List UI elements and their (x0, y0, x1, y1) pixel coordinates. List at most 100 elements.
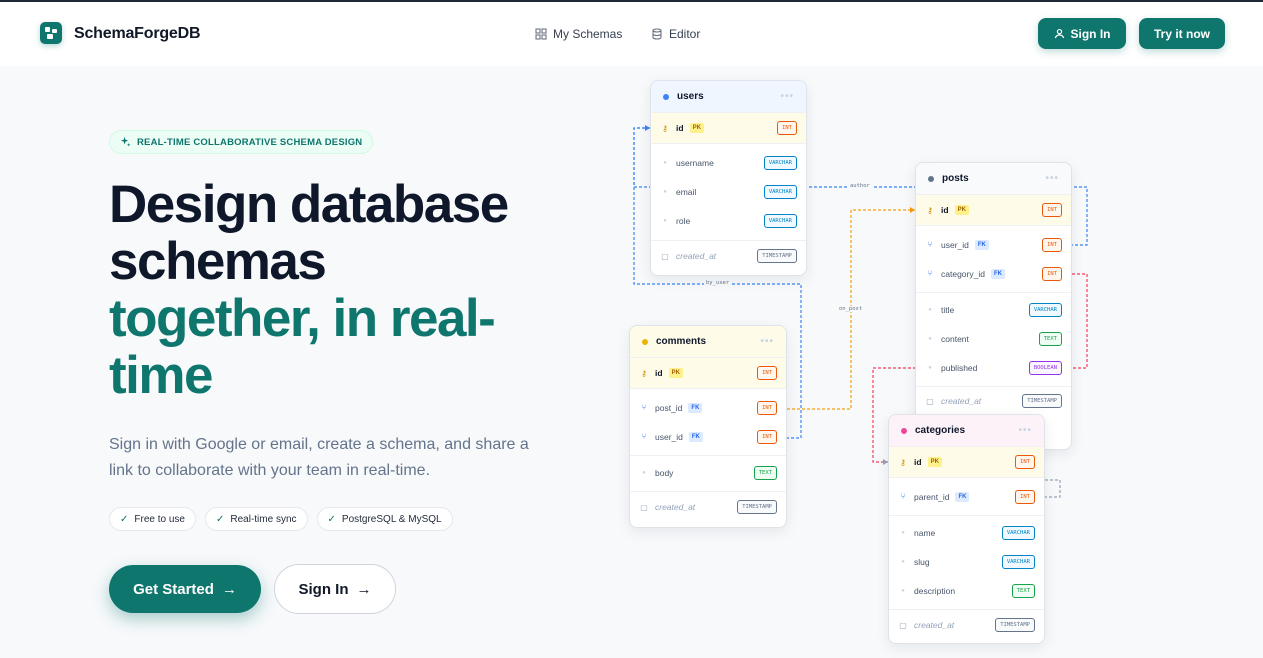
column-name: created_at (676, 251, 717, 261)
more-icon[interactable]: ••• (780, 91, 794, 102)
table-name: users (677, 91, 704, 102)
relation-label-author: author (848, 183, 872, 189)
column-row[interactable]: ⑂ category_id FK INT (916, 259, 1071, 288)
column-name: body (655, 467, 674, 478)
bullet-icon: ● (663, 217, 667, 224)
fk-link-icon: ⑂ (900, 492, 906, 501)
table-header[interactable]: comments ••• (630, 326, 786, 358)
column-row[interactable]: ● role VARCHAR (651, 206, 806, 235)
column-row[interactable]: ⚷ id PK INT (916, 195, 1071, 225)
rel-line-parent (1045, 479, 1061, 498)
column-name: category_id (941, 268, 985, 279)
fk-link-icon: ⑂ (641, 403, 647, 412)
fk-tag: FK (990, 268, 1005, 279)
relation-label-on-post: on_post (837, 306, 865, 312)
column-row[interactable]: ⚷ id PK INT (889, 447, 1044, 477)
column-row[interactable]: ⚷ id PK INT (630, 358, 786, 388)
divider (889, 515, 1044, 516)
column-row[interactable]: ● description TEXT (889, 576, 1044, 605)
column-type: INT (757, 429, 777, 444)
column-name: content (941, 333, 969, 344)
fk-link-icon: ⑂ (927, 269, 933, 278)
column-type: VARCHAR (763, 155, 797, 170)
more-icon[interactable]: ••• (1045, 173, 1059, 184)
table-header[interactable]: users ••• (651, 81, 806, 113)
pk-tag: PK (689, 123, 704, 133)
key-icon: ⚷ (900, 457, 906, 467)
table-color-dot (663, 93, 669, 100)
column-row[interactable]: ● published BOOLEAN (916, 353, 1071, 382)
column-type: INT (757, 366, 777, 380)
divider (889, 477, 1044, 478)
calendar-icon: ▢ (926, 396, 934, 406)
key-icon: ⚷ (641, 368, 647, 378)
column-row[interactable]: ● email VARCHAR (651, 177, 806, 206)
column-name: published (941, 362, 978, 373)
bullet-icon: ● (901, 558, 905, 565)
column-name: name (914, 527, 936, 538)
table-color-dot (642, 338, 648, 345)
table-header[interactable]: posts ••• (916, 163, 1071, 195)
divider (651, 143, 806, 144)
table-categories[interactable]: categories ••• ⚷ id PK INT ⑂ parent_id F… (888, 414, 1045, 644)
column-row[interactable]: ⚷ id PK INT (651, 113, 806, 143)
column-row[interactable]: ⑂ user_id FK INT (630, 422, 786, 451)
bullet-icon: ● (928, 364, 932, 371)
column-type: VARCHAR (763, 184, 797, 199)
column-name: post_id (655, 402, 683, 413)
column-name: role (676, 215, 691, 226)
column-row[interactable]: ▢ created_at TIMESTAMP (651, 241, 806, 271)
column-type: INT (1042, 203, 1062, 217)
column-type: VARCHAR (1028, 302, 1062, 317)
column-row[interactable]: ● slug VARCHAR (889, 547, 1044, 576)
column-name: email (676, 186, 697, 197)
column-row[interactable]: ⑂ user_id FK INT (916, 230, 1071, 259)
column-name: user_id (941, 239, 969, 250)
column-row[interactable]: ⑂ parent_id FK INT (889, 482, 1044, 511)
column-type: VARCHAR (1001, 525, 1035, 540)
more-icon[interactable]: ••• (1018, 425, 1032, 436)
column-type: INT (1015, 489, 1035, 504)
column-row[interactable]: ● body TEXT (630, 458, 786, 487)
column-name: created_at (655, 502, 696, 512)
pk-tag: PK (954, 205, 969, 215)
table-name: categories (915, 425, 966, 436)
column-name: username (676, 157, 714, 168)
fk-link-icon: ⑂ (641, 432, 647, 441)
more-icon[interactable]: ••• (760, 336, 774, 347)
column-name: created_at (941, 396, 982, 406)
table-name: posts (942, 173, 969, 184)
column-name: id (914, 457, 922, 467)
key-icon: ⚷ (927, 205, 933, 215)
column-name: user_id (655, 431, 683, 442)
column-row[interactable]: ▢ created_at TIMESTAMP (889, 610, 1044, 640)
table-header[interactable]: categories ••• (889, 415, 1044, 447)
column-row[interactable]: ● title VARCHAR (916, 295, 1071, 324)
column-type: TIMESTAMP (757, 249, 797, 263)
column-row[interactable]: ▢ created_at TIMESTAMP (916, 387, 1071, 415)
column-row[interactable]: ▢ created_at TIMESTAMP (630, 492, 786, 522)
column-name: id (941, 205, 949, 215)
column-row[interactable]: ● name VARCHAR (889, 518, 1044, 547)
table-posts[interactable]: posts ••• ⚷ id PK INT ⑂ user_id FK INT ⑂… (915, 162, 1072, 450)
column-type: BOOLEAN (1028, 360, 1062, 375)
column-type: TEXT (1038, 331, 1062, 346)
column-row[interactable]: ⑂ post_id FK INT (630, 393, 786, 422)
table-comments[interactable]: comments ••• ⚷ id PK INT ⑂ post_id FK IN… (629, 325, 787, 528)
pk-tag: PK (927, 457, 942, 467)
divider (916, 225, 1071, 226)
column-type: TIMESTAMP (737, 500, 777, 514)
column-type: INT (757, 400, 777, 415)
column-type: TIMESTAMP (1022, 394, 1062, 408)
column-name: slug (914, 556, 930, 567)
column-row[interactable]: ● username VARCHAR (651, 148, 806, 177)
calendar-icon: ▢ (661, 251, 669, 261)
table-users[interactable]: users ••• ⚷ id PK INT ● username VARCHAR… (650, 80, 807, 276)
calendar-icon: ▢ (899, 620, 907, 630)
relation-label-by-user: by_user (704, 280, 732, 286)
column-row[interactable]: ● content TEXT (916, 324, 1071, 353)
column-type: INT (1042, 237, 1062, 252)
bullet-icon: ● (928, 306, 932, 313)
column-type: TIMESTAMP (995, 618, 1035, 632)
column-name: description (914, 585, 956, 596)
